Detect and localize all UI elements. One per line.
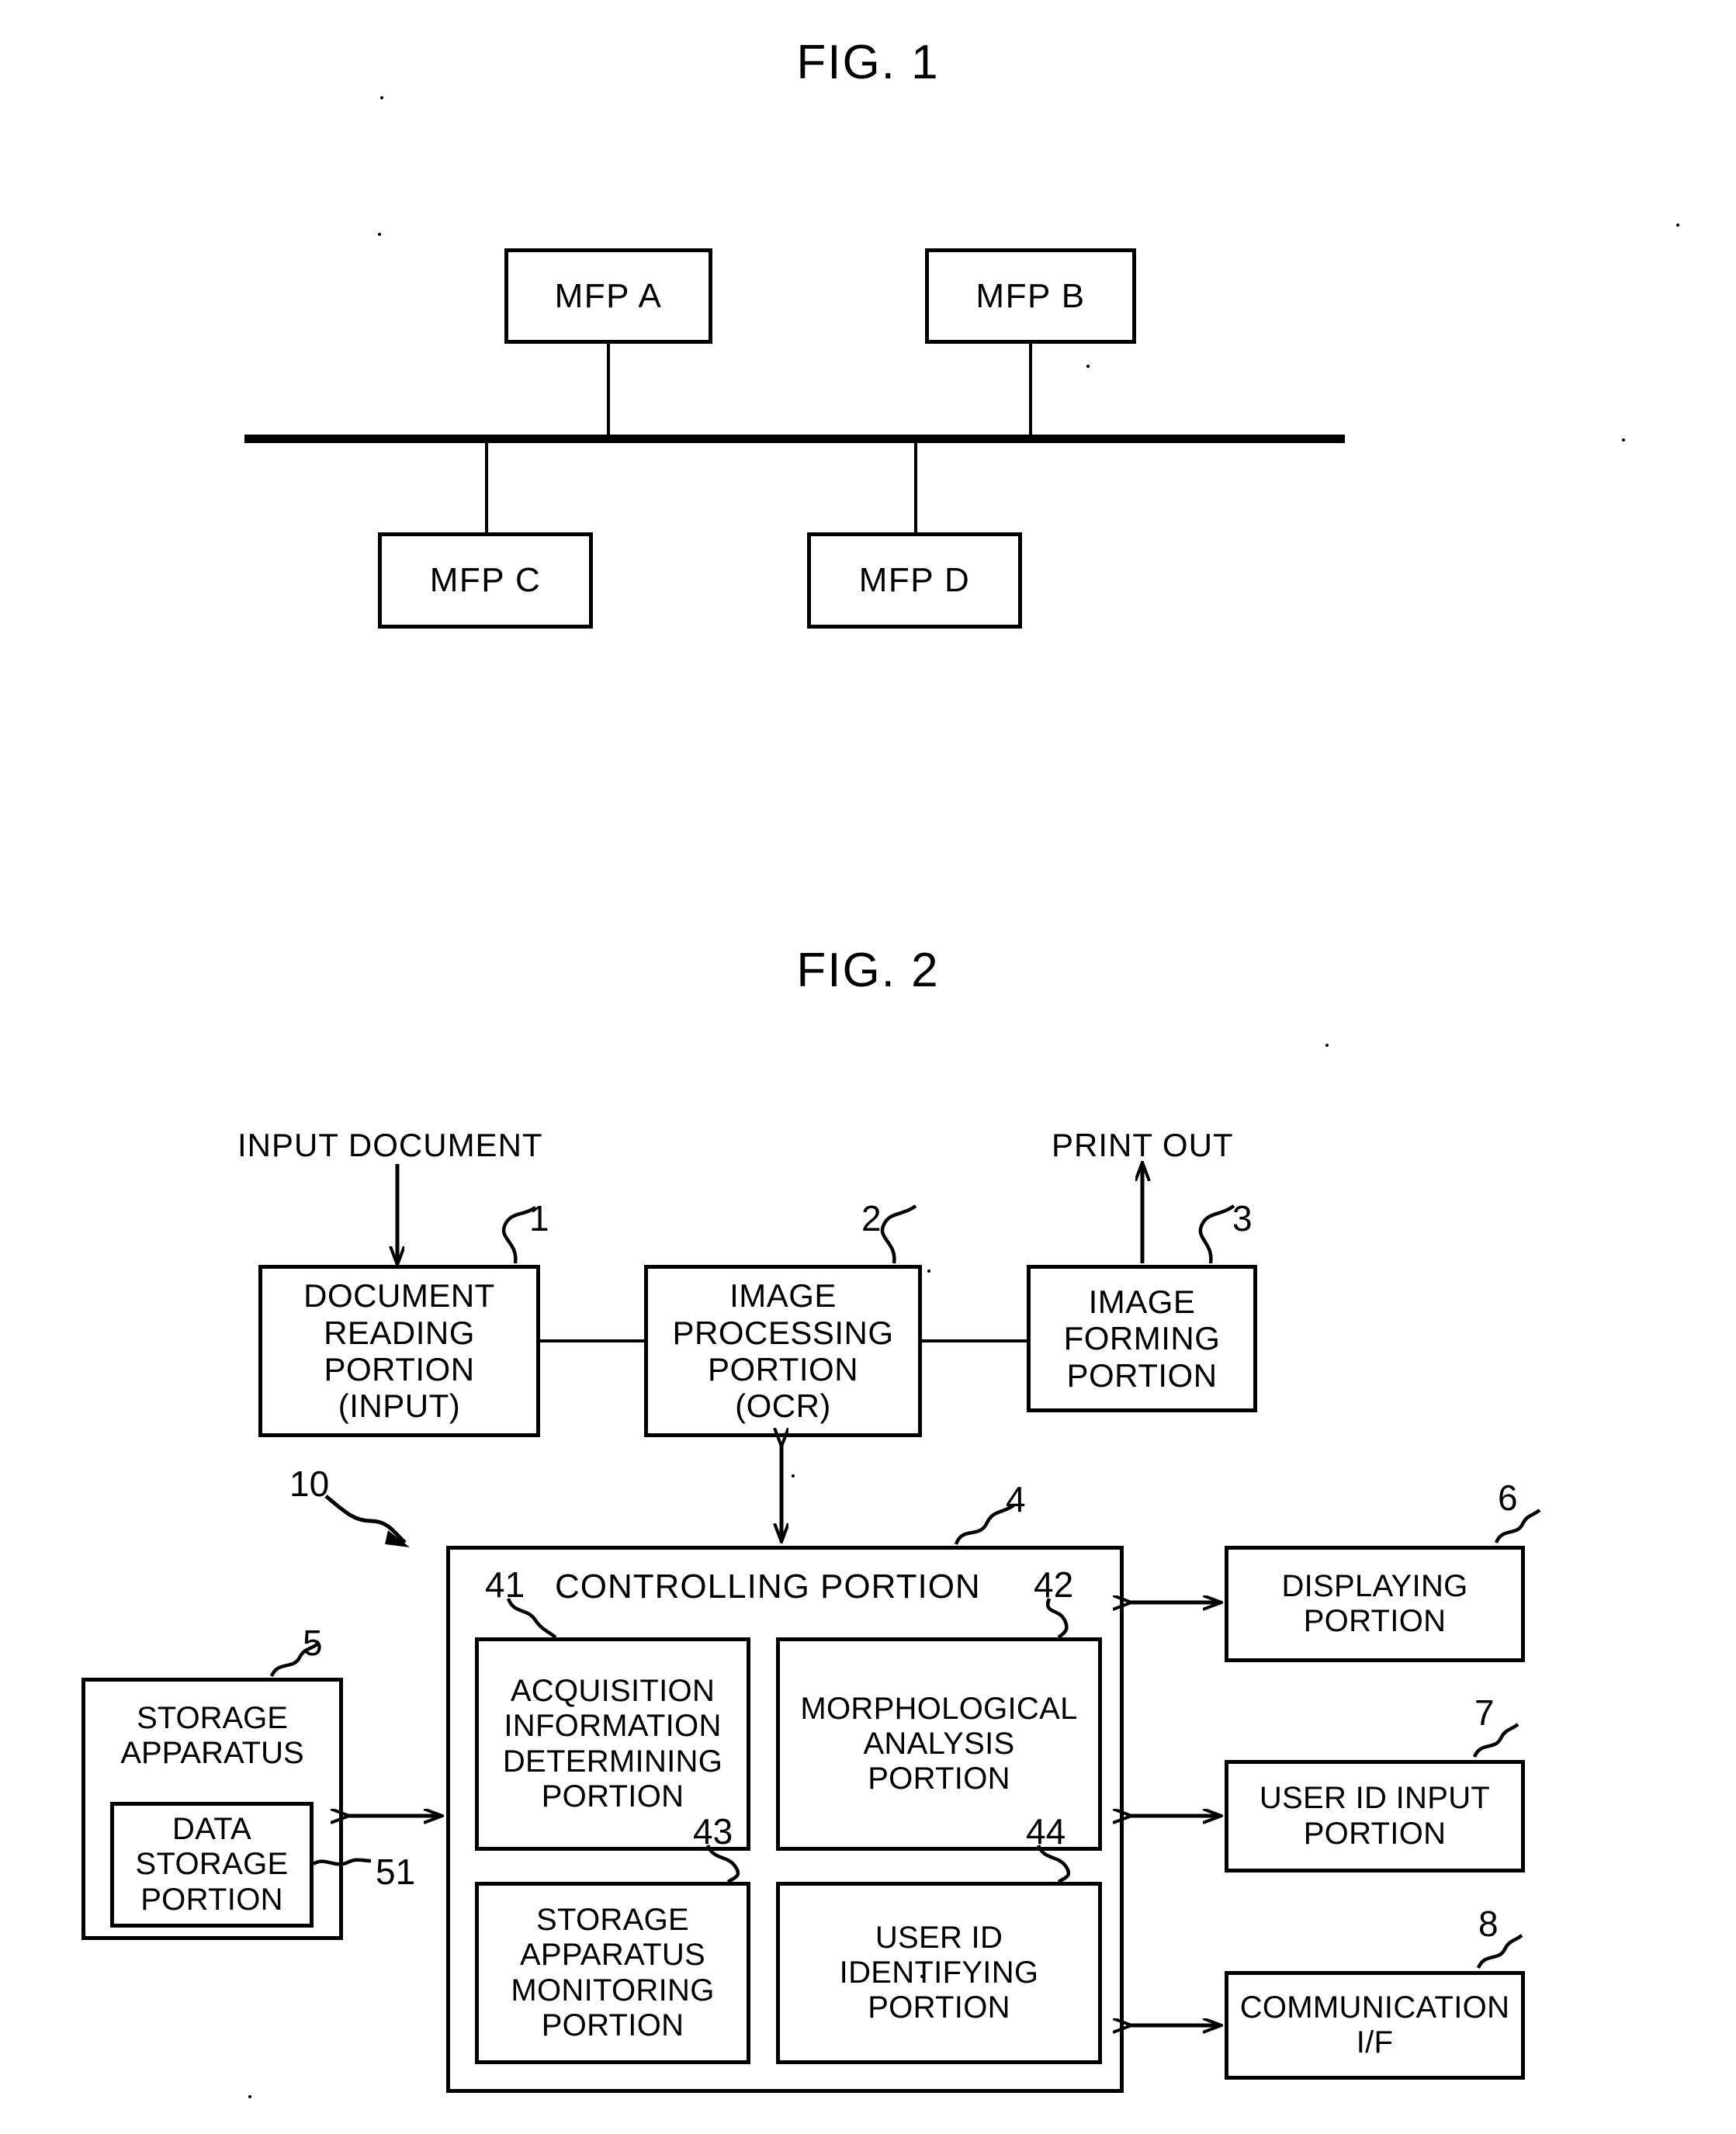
- ref-numeral-43: 43: [693, 1811, 733, 1852]
- mfp-b-connector: [1029, 344, 1032, 438]
- image-processing-portion-label: IMAGE PROCESSING PORTION (OCR): [672, 1277, 894, 1425]
- communication-if-block: COMMUNICATION I/F: [1225, 1971, 1525, 2080]
- document-reading-portion-block: DOCUMENT READING PORTION (INPUT): [258, 1265, 540, 1437]
- ref-numeral-41: 41: [485, 1564, 525, 1605]
- patent-drawing-sheet: FIG. 1 MFP A MFP B MFP C MFP D FIG. 2 IN…: [0, 0, 1736, 2134]
- ref-numeral-51: 51: [376, 1852, 416, 1892]
- data-storage-portion-block: DATA STORAGE PORTION: [110, 1802, 314, 1928]
- user-id-input-portion-label: USER ID INPUT PORTION: [1259, 1781, 1491, 1851]
- network-bus-line: [244, 435, 1345, 443]
- mfp-a-node: MFP A: [504, 248, 712, 344]
- input-document-label: INPUT DOCUMENT: [237, 1127, 543, 1163]
- mfp-c-connector: [485, 443, 488, 532]
- ref-numeral-5: 5: [303, 1623, 323, 1663]
- ref-numeral-10: 10: [289, 1464, 330, 1504]
- ref-numeral-1: 1: [529, 1198, 549, 1238]
- mfp-d-label: MFP D: [858, 561, 971, 600]
- mfp-c-label: MFP C: [429, 561, 542, 600]
- scan-speck: [1086, 365, 1090, 368]
- scan-speck: [378, 233, 381, 236]
- storage-apparatus-label: STORAGE APPARATUS: [120, 1701, 304, 1771]
- data-storage-portion-label: DATA STORAGE PORTION: [135, 1812, 289, 1917]
- mfp-c-node: MFP C: [378, 532, 593, 629]
- image-forming-portion-block: IMAGE FORMING PORTION: [1027, 1265, 1257, 1412]
- user-id-identifying-portion-block: USER ID IDENTIFYING PORTION: [776, 1882, 1102, 2064]
- user-id-input-portion-block: USER ID INPUT PORTION: [1225, 1760, 1525, 1872]
- ref-numeral-7: 7: [1474, 1692, 1495, 1733]
- mfp-a-label: MFP A: [554, 276, 663, 315]
- ref-numeral-42: 42: [1034, 1564, 1074, 1605]
- ref-numeral-2: 2: [861, 1198, 882, 1238]
- scan-speck: [1325, 1044, 1329, 1047]
- communication-if-label: COMMUNICATION I/F: [1239, 1990, 1510, 2060]
- document-reading-portion-label: DOCUMENT READING PORTION (INPUT): [303, 1277, 495, 1425]
- image-processing-portion-block: IMAGE PROCESSING PORTION (OCR): [644, 1265, 922, 1437]
- scan-speck: [1622, 438, 1625, 442]
- link-reading-to-processing: [539, 1339, 647, 1342]
- print-out-label: PRINT OUT: [1052, 1127, 1234, 1163]
- ref-numeral-6: 6: [1498, 1478, 1518, 1518]
- user-id-identifying-portion-label: USER ID IDENTIFYING PORTION: [839, 1920, 1039, 2025]
- figure-2-title: FIG. 2: [796, 944, 940, 997]
- morphological-analysis-portion-label: MORPHOLOGICAL ANALYSIS PORTION: [800, 1691, 1078, 1796]
- mfp-d-connector: [914, 443, 917, 532]
- acquisition-information-determining-portion-label: ACQUISITION INFORMATION DETERMINING PORT…: [502, 1674, 723, 1814]
- mfp-b-node: MFP B: [925, 248, 1136, 344]
- scan-speck: [792, 1474, 795, 1478]
- ref-numeral-44: 44: [1026, 1811, 1066, 1852]
- image-forming-portion-label: IMAGE FORMING PORTION: [1063, 1283, 1221, 1394]
- displaying-portion-block: DISPLAYING PORTION: [1225, 1546, 1525, 1662]
- mfp-b-label: MFP B: [975, 276, 1086, 315]
- link-processing-to-forming: [920, 1339, 1029, 1342]
- figure-1-title: FIG. 1: [796, 36, 940, 89]
- ref-numeral-4: 4: [1006, 1479, 1026, 1519]
- scan-speck: [380, 96, 383, 99]
- scan-speck: [248, 2095, 251, 2098]
- scan-speck: [920, 1975, 923, 1978]
- controlling-portion-title: CONTROLLING PORTION: [555, 1568, 981, 1606]
- scan-speck: [1676, 223, 1679, 227]
- storage-apparatus-monitoring-portion-label: STORAGE APPARATUS MONITORING PORTION: [511, 1903, 715, 2042]
- ref-numeral-8: 8: [1478, 1904, 1499, 1944]
- mfp-a-connector: [607, 344, 610, 438]
- scan-speck: [927, 1270, 930, 1273]
- mfp-d-node: MFP D: [807, 532, 1022, 629]
- ref-numeral-3: 3: [1232, 1198, 1253, 1238]
- displaying-portion-label: DISPLAYING PORTION: [1281, 1568, 1468, 1638]
- storage-apparatus-monitoring-portion-block: STORAGE APPARATUS MONITORING PORTION: [475, 1882, 750, 2064]
